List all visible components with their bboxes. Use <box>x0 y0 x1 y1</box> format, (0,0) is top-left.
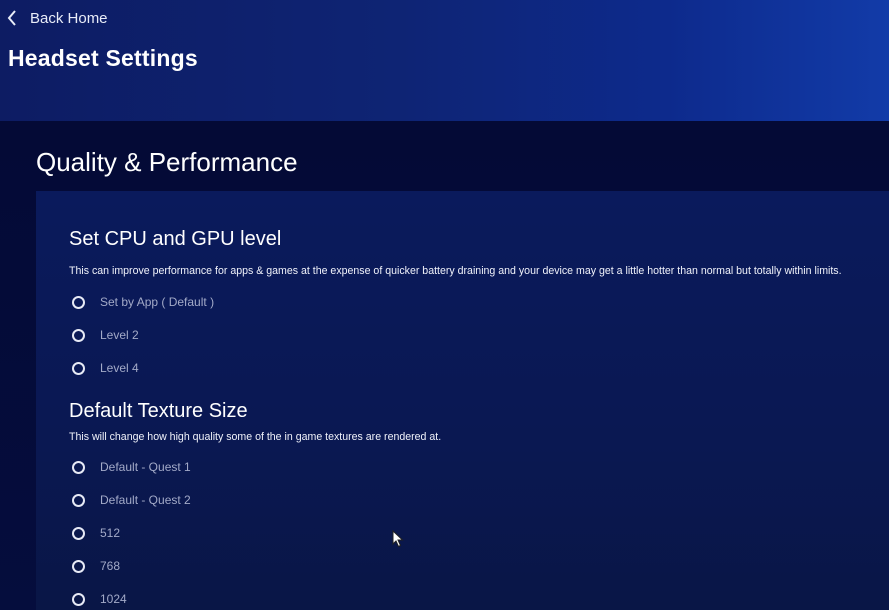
radio-circle[interactable] <box>72 526 85 540</box>
section-title: Quality & Performance <box>36 147 298 177</box>
radio-label: Set by App ( Default ) <box>100 295 215 309</box>
radio-option-default-quest-1[interactable]: Default - Quest 1 <box>72 458 191 476</box>
radio-option-set-by-app[interactable]: Set by App ( Default ) <box>72 293 214 311</box>
chevron-left-icon <box>7 10 16 26</box>
radio-circle[interactable] <box>72 493 85 507</box>
cpu-gpu-title: Set CPU and GPU level <box>69 228 282 250</box>
header: Back Home Headset Settings <box>0 0 889 121</box>
radio-label: Default - Quest 2 <box>100 493 191 507</box>
radio-label: Level 4 <box>100 361 139 375</box>
radio-option-512[interactable]: 512 <box>72 524 120 542</box>
back-home-button[interactable]: Back Home <box>6 8 108 28</box>
radio-circle[interactable] <box>72 592 85 606</box>
radio-label: Level 2 <box>100 328 139 342</box>
radio-option-level-4[interactable]: Level 4 <box>72 359 139 377</box>
page-title: Headset Settings <box>8 45 198 71</box>
radio-circle[interactable] <box>72 295 85 309</box>
radio-circle[interactable] <box>72 559 85 573</box>
radio-label: 768 <box>100 559 121 573</box>
radio-circle[interactable] <box>72 460 85 474</box>
mouse-pointer-icon <box>392 530 404 548</box>
radio-option-768[interactable]: 768 <box>72 557 120 575</box>
radio-circle[interactable] <box>72 361 85 375</box>
main-content: Quality & Performance Set CPU and GPU le… <box>0 121 889 610</box>
radio-option-level-2[interactable]: Level 2 <box>72 326 139 344</box>
texture-size-title: Default Texture Size <box>69 400 248 422</box>
texture-size-description: This will change how high quality some o… <box>69 431 442 443</box>
radio-circle[interactable] <box>72 328 85 342</box>
cpu-gpu-description: This can improve performance for apps & … <box>69 265 842 277</box>
settings-panel: Set CPU and GPU level This can improve p… <box>36 191 889 610</box>
radio-option-default-quest-2[interactable]: Default - Quest 2 <box>72 491 191 509</box>
radio-label: 1024 <box>100 592 127 606</box>
back-home-label: Back Home <box>30 9 108 27</box>
radio-label: Default - Quest 1 <box>100 460 191 474</box>
radio-label: 512 <box>100 526 121 540</box>
radio-option-1024[interactable]: 1024 <box>72 590 127 608</box>
